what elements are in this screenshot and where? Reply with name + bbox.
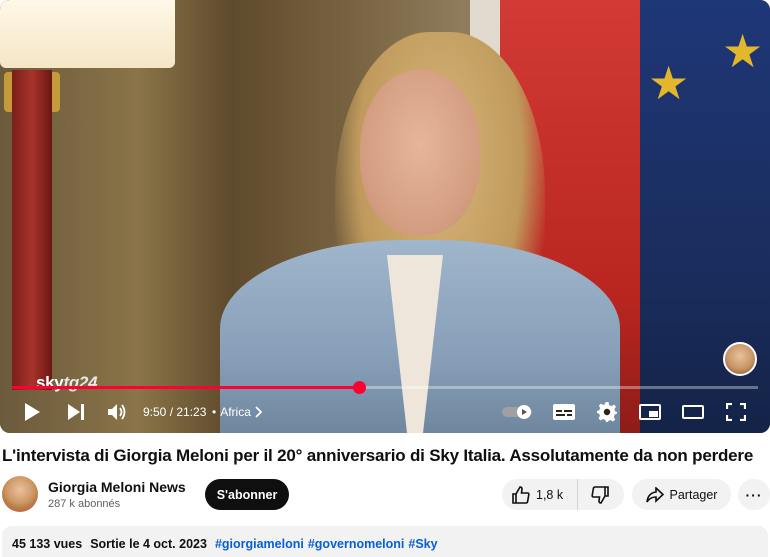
channel-avatar[interactable] (2, 476, 38, 512)
volume-button[interactable] (106, 400, 130, 424)
share-label: Partager (669, 487, 718, 502)
subtitles-button[interactable] (552, 400, 576, 424)
fullscreen-button[interactable] (724, 400, 748, 424)
like-dislike-group: 1,8 k (502, 479, 624, 510)
lamp (0, 0, 175, 68)
subtitles-icon (553, 404, 575, 420)
progress-bar[interactable] (12, 381, 758, 394)
time-display: 9:50 / 21:23 (143, 405, 207, 419)
publish-date: Sortie le 4 oct. 2023 (90, 537, 207, 551)
progress-played (12, 386, 360, 389)
view-count: 45 133 vues (12, 537, 83, 551)
theater-mode-icon (682, 405, 704, 419)
hashtag-link[interactable]: #Sky (408, 537, 437, 551)
dislike-button[interactable] (578, 479, 622, 510)
more-icon: ··· (745, 486, 763, 503)
chapter-title: Africa (220, 405, 251, 419)
thumbs-down-icon (591, 485, 609, 504)
miniplayer-icon (639, 404, 661, 420)
owner-row: Giorgia Meloni News 287 k abonnés S'abon… (2, 476, 770, 516)
chapter-button[interactable]: • Africa (212, 405, 263, 419)
miniplayer-button[interactable] (638, 400, 662, 424)
description-info: 45 133 vues Sortie le 4 oct. 2023 #giorg… (12, 537, 438, 551)
broadcaster-watermark: skytg24 (36, 373, 98, 392)
hashtag-list: #giorgiameloni #governomeloni #Sky (215, 537, 438, 551)
hashtag-link[interactable]: #giorgiameloni (215, 537, 304, 551)
channel-watermark-avatar[interactable] (723, 342, 757, 376)
player-controls: 9:50 / 21:23 • Africa (0, 396, 770, 428)
video-player[interactable]: ★ ★ skytg24 9:50 / 21:23 • Africa (0, 0, 770, 433)
video-frame: ★ ★ (0, 0, 770, 433)
play-icon (25, 403, 40, 421)
share-icon (645, 486, 664, 503)
theater-mode-button[interactable] (681, 400, 705, 424)
video-title: L'intervista di Giorgia Meloni per il 20… (2, 446, 754, 465)
fullscreen-icon (726, 403, 746, 421)
next-icon (68, 404, 84, 420)
more-actions-button[interactable]: ··· (738, 479, 770, 510)
chevron-right-icon (255, 406, 263, 418)
subscribe-button[interactable]: S'abonner (205, 479, 289, 510)
hashtag-link[interactable]: #governomeloni (308, 537, 405, 551)
autoplay-toggle[interactable] (502, 400, 534, 424)
autoplay-toggle-icon (502, 405, 532, 419)
volume-icon (108, 404, 126, 420)
like-count: 1,8 k (536, 487, 564, 502)
chapter-separator: • (212, 405, 217, 419)
play-button[interactable] (20, 400, 44, 424)
next-button[interactable] (64, 400, 88, 424)
settings-icon (597, 402, 617, 422)
share-button[interactable]: Partager (632, 479, 731, 510)
description-box[interactable]: 45 133 vues Sortie le 4 oct. 2023 #giorg… (2, 526, 768, 557)
channel-name[interactable]: Giorgia Meloni News (48, 479, 186, 495)
subscriber-count: 287 k abonnés (48, 498, 121, 510)
thumbs-up-icon (512, 485, 530, 504)
like-button[interactable]: 1,8 k (502, 479, 578, 510)
settings-button[interactable] (595, 400, 619, 424)
